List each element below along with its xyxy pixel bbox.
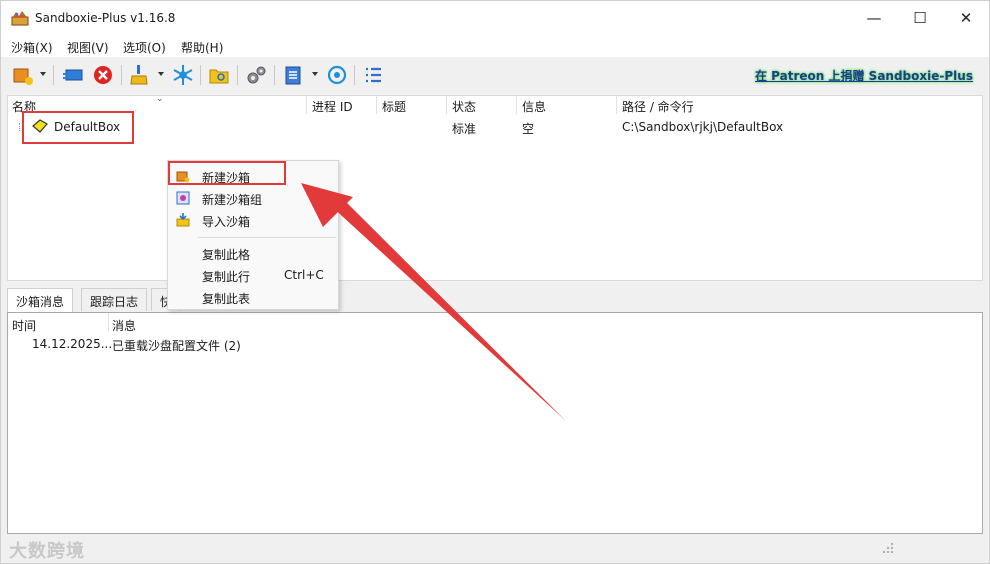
sandbox-path: C:\Sandbox\rjkj\DefaultBox: [622, 120, 784, 134]
notes-icon[interactable]: [282, 64, 304, 86]
column-divider[interactable]: [616, 96, 617, 114]
sort-caret-icon: ⌄: [156, 94, 164, 104]
menu-item-import-box[interactable]: 导入沙箱: [168, 209, 338, 231]
cleanup-icon[interactable]: [128, 64, 150, 86]
menu-sandbox[interactable]: 沙箱(X): [11, 39, 53, 56]
freeze-icon[interactable]: [172, 64, 194, 86]
column-divider[interactable]: [306, 96, 307, 114]
tree-branch-line: [19, 123, 21, 131]
new-box-icon[interactable]: [12, 64, 34, 86]
remote-icon[interactable]: [62, 64, 84, 86]
sandbox-status: 标准: [452, 122, 477, 136]
new-group-icon: [176, 191, 190, 205]
resize-grip-icon[interactable]: [881, 541, 895, 555]
tab-trace-log[interactable]: 跟踪日志: [81, 288, 148, 311]
toolbar-separator: [121, 65, 122, 85]
message-text: 已重载沙盘配置文件 (2): [112, 339, 241, 353]
bottom-tab-bar: 沙箱消息 跟踪日志 快: [7, 288, 983, 313]
notes-dropdown-arrow[interactable]: [312, 72, 318, 76]
column-divider[interactable]: [516, 96, 517, 114]
highlight-box-new-box: [168, 161, 286, 185]
menu-view[interactable]: 视图(V): [67, 39, 109, 56]
explore-icon[interactable]: [208, 64, 230, 86]
tab-sandbox-messages[interactable]: 沙箱消息: [7, 288, 74, 313]
column-header-pid[interactable]: 进程 ID: [312, 98, 353, 115]
sync-icon[interactable]: [326, 64, 348, 86]
toolbar-separator: [354, 65, 355, 85]
column-divider[interactable]: [446, 96, 447, 114]
toolbar-separator: [200, 65, 201, 85]
column-header-time[interactable]: 时间: [12, 317, 36, 334]
toolbar-separator: [237, 65, 238, 85]
menu-item-shortcut: Ctrl+C: [284, 268, 324, 282]
menu-item-copy-row[interactable]: 复制此行 Ctrl+C: [168, 264, 338, 286]
import-icon: [176, 213, 190, 227]
settings-icon[interactable]: [245, 64, 267, 86]
column-header-message[interactable]: 消息: [112, 317, 136, 334]
menu-item-label: 复制此行: [202, 270, 251, 284]
status-bar: 大数跨境: [1, 535, 989, 563]
sandboxie-app-icon: [11, 11, 29, 26]
menu-help[interactable]: 帮助(H): [181, 39, 223, 56]
menu-item-label: 导入沙箱: [202, 215, 251, 229]
main-window: Sandboxie-Plus v1.16.8 — ☐ ✕ 沙箱(X) 视图(V)…: [0, 0, 990, 564]
minimize-button[interactable]: —: [851, 1, 897, 35]
message-time: 14.12.2025...: [32, 337, 113, 351]
window-title: Sandboxie-Plus v1.16.8: [35, 11, 176, 25]
message-list[interactable]: 时间 消息 14.12.2025... 已重载沙盘配置文件 (2): [7, 312, 983, 534]
menu-options[interactable]: 选项(O): [123, 39, 166, 56]
highlight-box-defaultbox: [22, 111, 134, 144]
column-header-path[interactable]: 路径 / 命令行: [622, 98, 694, 115]
menu-item-new-group[interactable]: 新建沙箱组: [168, 187, 338, 209]
column-header-info[interactable]: 信息: [522, 98, 546, 115]
list-icon[interactable]: [362, 64, 384, 86]
column-header-title[interactable]: 标题: [382, 98, 406, 115]
new-box-dropdown-arrow[interactable]: [40, 72, 46, 76]
maximize-button[interactable]: ☐: [897, 1, 943, 35]
close-button[interactable]: ✕: [943, 1, 989, 35]
terminate-all-icon[interactable]: [92, 64, 114, 86]
watermark: 大数跨境: [9, 541, 85, 562]
toolbar-separator: [53, 65, 54, 85]
sandbox-tree[interactable]: ⌄ 名称 进程 ID 标题 状态 信息 路径 / 命令行 DefaultBox …: [7, 94, 983, 281]
menu-item-label: 复制此格: [202, 248, 251, 262]
menu-bar: 沙箱(X) 视图(V) 选项(O) 帮助(H): [1, 35, 989, 57]
column-divider[interactable]: [108, 313, 109, 331]
menu-item-copy-cell[interactable]: 复制此格: [168, 242, 338, 264]
cleanup-dropdown-arrow[interactable]: [158, 72, 164, 76]
toolbar: 在 Patreon 上捐赠 Sandboxie-Plus: [1, 57, 989, 93]
column-divider[interactable]: [376, 96, 377, 114]
patreon-donate-link[interactable]: 在 Patreon 上捐赠 Sandboxie-Plus: [755, 67, 973, 84]
column-header-status[interactable]: 状态: [452, 98, 476, 115]
menu-item-label: 复制此表: [202, 292, 251, 306]
sandbox-info: 空: [522, 122, 535, 136]
title-bar[interactable]: Sandboxie-Plus v1.16.8 — ☐ ✕: [1, 1, 989, 35]
menu-item-copy-table[interactable]: 复制此表: [168, 286, 338, 308]
toolbar-separator: [274, 65, 275, 85]
menu-item-label: 新建沙箱组: [202, 193, 263, 207]
menu-separator: [198, 237, 336, 238]
